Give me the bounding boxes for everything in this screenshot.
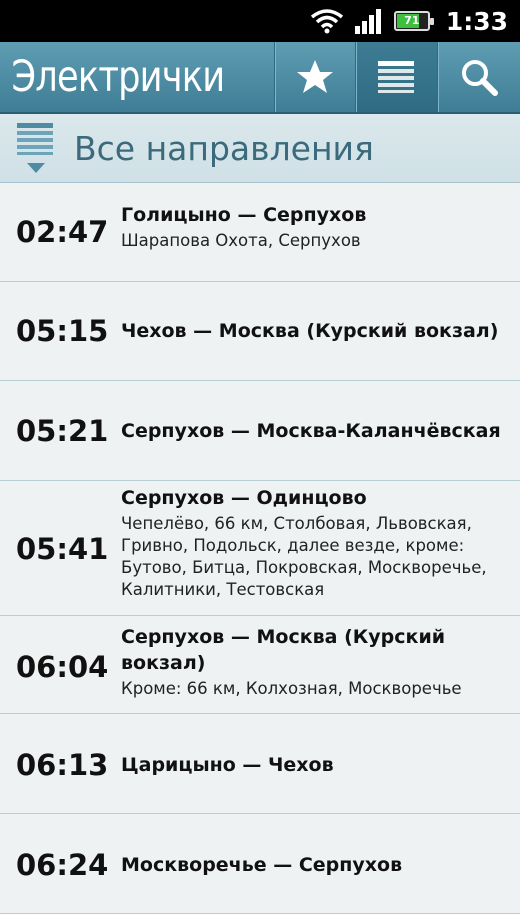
battery-level: 71 bbox=[404, 14, 420, 27]
direction-label: Все направления bbox=[74, 128, 374, 168]
timetable-button[interactable] bbox=[355, 42, 437, 112]
train-row[interactable]: 06:04 Серпухов — Москва (Курский вокзал)… bbox=[0, 616, 520, 714]
train-row[interactable]: 06:13 Царицыно — Чехов bbox=[0, 714, 520, 814]
battery-icon: 71 bbox=[393, 11, 434, 31]
departure-time: 06:04 bbox=[16, 650, 109, 684]
departure-time: 05:41 bbox=[16, 532, 109, 566]
train-route: Чехов — Москва (Курский вокзал) bbox=[121, 320, 499, 342]
departure-time: 05:21 bbox=[16, 414, 109, 448]
train-row[interactable]: 05:21 Серпухов — Москва-Каланчёвская bbox=[0, 381, 520, 481]
train-route: Голицыно — Серпухов bbox=[121, 204, 367, 226]
wifi-icon bbox=[310, 9, 343, 34]
train-route: Серпухов — Одинцово bbox=[121, 487, 367, 509]
direction-selector[interactable]: Все направления bbox=[0, 114, 520, 183]
status-bar: 71 1:33 bbox=[0, 0, 520, 42]
train-row[interactable]: 05:41 Серпухов — Одинцово Чепелёво, 66 к… bbox=[0, 481, 520, 616]
signal-icon bbox=[354, 9, 381, 34]
train-list: 02:47 Голицыно — Серпухов Шарапова Охота… bbox=[0, 183, 520, 914]
star-icon bbox=[296, 60, 333, 93]
train-stops: Чепелёво, 66 км, Столбовая, Львовская, Г… bbox=[121, 514, 487, 599]
departure-time: 06:24 bbox=[16, 848, 109, 882]
train-row[interactable]: 05:15 Чехов — Москва (Курский вокзал) bbox=[0, 282, 520, 381]
app-title: Электрички bbox=[11, 52, 225, 102]
favorites-button[interactable] bbox=[273, 42, 356, 112]
train-stops: Шарапова Охота, Серпухов bbox=[121, 231, 361, 250]
train-route: Царицыно — Чехов bbox=[121, 754, 334, 776]
search-button[interactable] bbox=[436, 42, 520, 112]
list-icon bbox=[378, 61, 415, 93]
train-route: Серпухов — Москва (Курский вокзал) bbox=[121, 626, 446, 674]
departure-time: 02:47 bbox=[16, 215, 109, 249]
departure-time: 05:15 bbox=[16, 314, 109, 348]
train-route: Москворечье — Серпухов bbox=[121, 854, 403, 876]
status-time: 1:33 bbox=[445, 6, 508, 36]
train-row[interactable]: 02:47 Голицыно — Серпухов Шарапова Охота… bbox=[0, 183, 520, 282]
search-icon bbox=[461, 60, 498, 96]
action-bar: Электрички bbox=[0, 42, 520, 114]
train-route: Серпухов — Москва-Каланчёвская bbox=[121, 420, 501, 442]
train-row[interactable]: 06:24 Москворечье — Серпухов bbox=[0, 814, 520, 914]
direction-dropdown-icon bbox=[17, 123, 53, 173]
departure-time: 06:13 bbox=[16, 748, 109, 782]
train-stops: Кроме: 66 км, Колхозная, Москворечье bbox=[121, 679, 462, 698]
